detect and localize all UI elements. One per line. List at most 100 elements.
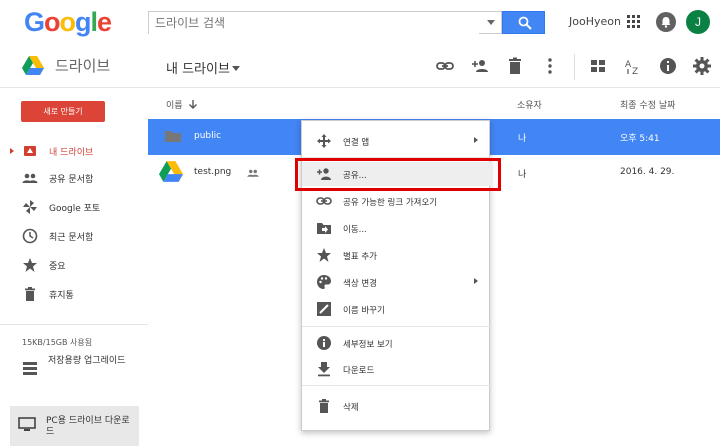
move-arrows-icon <box>317 134 331 148</box>
sidebar-item-label: 최근 문서함 <box>49 233 94 243</box>
menu-item-change-color[interactable]: 색상 변경 <box>302 270 491 294</box>
menu-item-label: 연결 앱 <box>343 138 370 148</box>
location-dropdown[interactable]: 내 드라이브 <box>166 58 230 77</box>
rename-icon <box>317 302 331 316</box>
star-icon <box>317 248 331 262</box>
menu-item-details[interactable]: 세부정보 보기 <box>302 331 491 355</box>
file-modified: 오후 5:41 <box>620 134 660 144</box>
search-button[interactable] <box>502 11 545 34</box>
menu-item-label: 이름 바꾸기 <box>343 306 385 316</box>
svg-text:Z: Z <box>632 67 638 76</box>
pinwheel-icon <box>23 200 37 214</box>
logo-letter: o <box>44 7 60 37</box>
column-header-label: 이름 <box>166 101 183 111</box>
file-name: public <box>194 131 222 141</box>
notifications-bell-icon[interactable] <box>656 12 676 32</box>
search-box <box>148 11 502 34</box>
menu-item-move[interactable]: 이동... <box>302 216 491 240</box>
sort-az-icon[interactable]: AZ <box>623 56 643 76</box>
menu-item-label: 별표 추가 <box>343 252 377 262</box>
shared-people-icon <box>247 169 259 177</box>
sidebar-item-label: 내 드라이브 <box>49 148 94 158</box>
sidebar-item-starred[interactable]: 중요 <box>0 252 148 278</box>
menu-item-label: 공유 가능한 링크 가져오기 <box>343 198 438 208</box>
sidebar: 새로 만들기 내 드라이브 공유 문서함 Google 포토 최근 문서함 중요… <box>0 88 148 446</box>
sidebar-item-shared[interactable]: 공유 문서함 <box>0 165 148 191</box>
column-header-owner[interactable]: 소유자 <box>517 98 542 111</box>
column-header-modified[interactable]: 최종 수정 날짜 <box>620 98 675 111</box>
folder-move-icon <box>317 223 331 234</box>
drive-file-icon <box>159 161 183 182</box>
sidebar-item-trash[interactable]: 휴지통 <box>0 281 148 307</box>
more-vert-icon[interactable] <box>540 56 560 76</box>
menu-item-delete[interactable]: 삭제 <box>302 394 491 418</box>
column-header-name[interactable]: 이름 <box>166 98 198 111</box>
avatar[interactable]: J <box>686 10 710 34</box>
upgrade-storage-link[interactable]: 저장용량 업그레이드 <box>48 356 143 367</box>
toolbar-divider <box>574 54 575 80</box>
storage-list-icon <box>23 362 37 375</box>
file-owner: 나 <box>518 134 527 144</box>
link-icon[interactable] <box>435 56 455 76</box>
star-icon <box>23 258 37 272</box>
drive-logo-icon[interactable] <box>22 56 44 76</box>
menu-item-add-star[interactable]: 별표 추가 <box>302 243 491 267</box>
sidebar-divider <box>0 324 148 325</box>
trash-icon[interactable] <box>505 56 525 76</box>
location-chevron-down-icon[interactable] <box>232 66 240 71</box>
storage-usage: 15KB/15GB 사용됨 <box>22 338 93 347</box>
arrow-down-icon <box>189 100 198 109</box>
top-bar: Google JooHyeon J <box>0 0 720 46</box>
settings-icon[interactable] <box>692 56 712 76</box>
menu-item-label: 세부정보 보기 <box>343 340 393 350</box>
expand-arrow-icon[interactable] <box>10 148 14 154</box>
sidebar-item-label: 공유 문서함 <box>49 175 94 185</box>
submenu-arrow-icon <box>474 137 478 143</box>
menu-item-open-with[interactable]: 연결 앱 <box>302 129 491 153</box>
file-modified: 2016. 4. 29. <box>620 167 675 177</box>
menu-item-label: 삭제 <box>343 403 359 413</box>
add-person-icon[interactable] <box>470 56 490 76</box>
menu-item-get-link[interactable]: 공유 가능한 링크 가져오기 <box>302 189 491 213</box>
submenu-arrow-icon <box>474 278 478 284</box>
sidebar-item-photos[interactable]: Google 포토 <box>0 194 148 220</box>
menu-divider <box>302 385 491 386</box>
sidebar-item-recent[interactable]: 최근 문서함 <box>0 223 148 249</box>
download-icon <box>318 362 330 377</box>
logo-letter: g <box>75 7 91 37</box>
file-owner: 나 <box>518 170 527 180</box>
sidebar-item-label: 휴지통 <box>49 291 74 301</box>
pc-drive-label: PC용 드라이브 다운로드 <box>46 416 130 437</box>
logo-letter: e <box>97 7 112 37</box>
search-icon <box>518 16 532 30</box>
sidebar-item-my-drive[interactable]: 내 드라이브 <box>0 138 148 164</box>
drive-icon <box>24 146 36 156</box>
logo-letter: o <box>59 7 76 37</box>
google-logo[interactable]: Google <box>24 7 112 38</box>
drive-toolbar: 드라이브 내 드라이브 AZ <box>0 46 720 88</box>
people-icon <box>22 173 38 183</box>
info-icon[interactable] <box>658 56 678 76</box>
monitor-icon <box>18 417 36 431</box>
grid-view-icon[interactable] <box>588 56 608 76</box>
folder-icon <box>165 131 181 142</box>
file-name: test.png <box>194 167 232 177</box>
trash-icon <box>319 399 329 413</box>
app-title[interactable]: 드라이브 <box>55 55 110 76</box>
info-icon <box>317 336 331 350</box>
clock-icon <box>22 228 38 244</box>
trash-icon <box>25 287 35 301</box>
menu-item-download[interactable]: 다운로드 <box>302 357 491 381</box>
menu-item-label: 다운로드 <box>343 366 375 376</box>
apps-grid-icon[interactable] <box>627 15 641 29</box>
palette-icon <box>317 275 331 289</box>
pc-drive-download[interactable]: PC용 드라이브 다운로드 <box>10 406 139 446</box>
sidebar-item-label: Google 포토 <box>49 204 101 214</box>
menu-item-label: 이동... <box>343 225 367 235</box>
search-options-chevron-down-icon[interactable] <box>487 20 495 25</box>
search-input[interactable] <box>149 12 479 34</box>
share-highlight-box <box>295 158 501 191</box>
menu-item-rename[interactable]: 이름 바꾸기 <box>302 297 491 321</box>
new-button[interactable]: 새로 만들기 <box>21 101 105 122</box>
user-name[interactable]: JooHyeon <box>569 15 621 28</box>
